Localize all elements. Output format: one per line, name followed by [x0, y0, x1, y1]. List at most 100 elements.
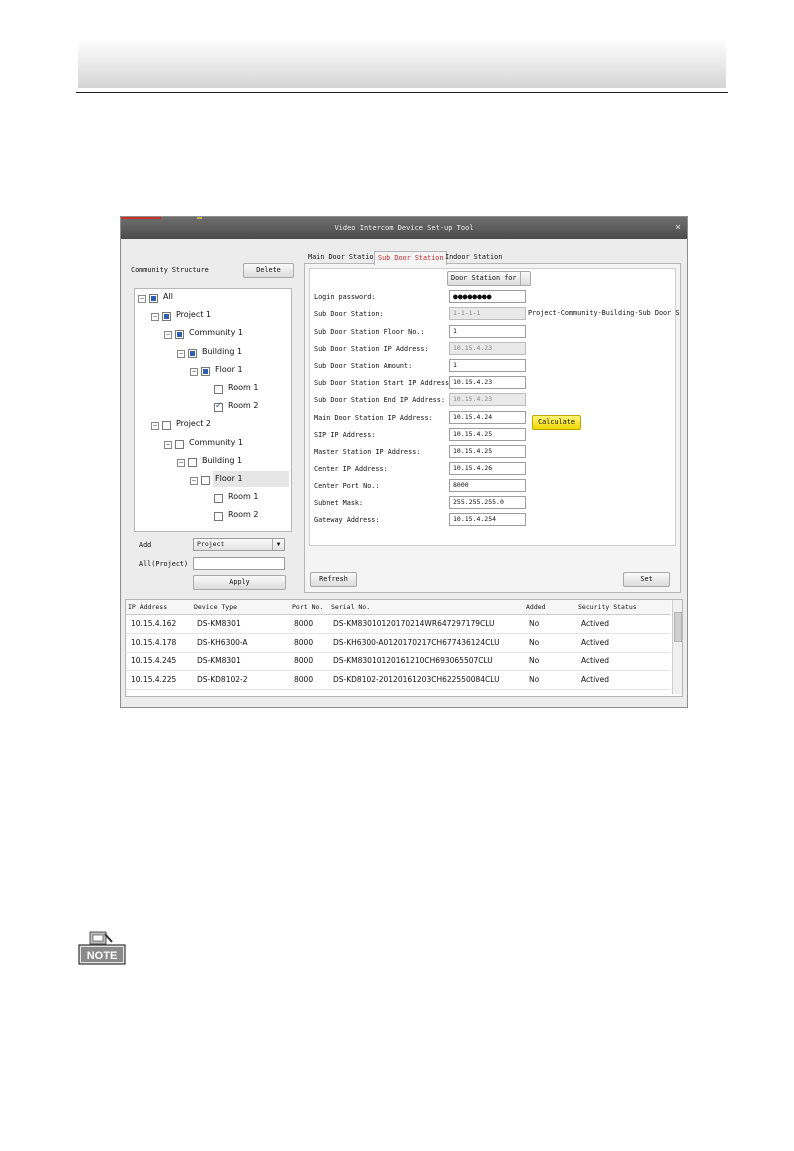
- table-cell: DS-KH6300-A0120170217CH677436124CLU: [333, 637, 500, 647]
- tree-collapse-icon[interactable]: −: [138, 295, 146, 303]
- title-bar: Video Intercom Device Set-up Tool ×: [121, 217, 687, 239]
- col-header-ip-address[interactable]: IP Address: [128, 603, 167, 611]
- tree-node-label: Building 1: [202, 346, 243, 356]
- tree-node-label: Floor 1: [215, 474, 243, 483]
- form-field-input: 10.15.4.23: [449, 342, 526, 355]
- tree-node[interactable]: Room 2: [203, 510, 285, 522]
- table-cell: 8000: [294, 656, 314, 665]
- tree-checkbox[interactable]: [201, 476, 210, 485]
- table-row[interactable]: 10.15.4.178 DS-KH6300-A 8000 DS-KH6300-A012…: [126, 634, 671, 653]
- tree-collapse-icon[interactable]: −: [151, 313, 159, 322]
- form-field-label: Main Door Station IP Address:: [314, 414, 433, 422]
- form-field-label: Sub Door Station Amount:: [314, 362, 413, 370]
- tab-main-door-station[interactable]: Main Door Station: [305, 251, 381, 264]
- form-field-input[interactable]: 8000: [449, 479, 526, 492]
- table-header: IP Address Device Type Port No. Serial N…: [126, 600, 671, 615]
- set-button[interactable]: Set: [623, 572, 670, 587]
- table-row[interactable]: 10.15.4.162 DS-KM8301 8000 DS-KM83010120170…: [126, 615, 671, 634]
- tree-checkbox[interactable]: [188, 457, 197, 467]
- tree-node-label: Room 1: [228, 383, 259, 392]
- calculate-button[interactable]: Calculate: [532, 415, 581, 430]
- refresh-button[interactable]: Refresh: [310, 572, 357, 587]
- tree-node[interactable]: Room 2: [203, 401, 285, 413]
- tree-node[interactable]: − Floor 1: [190, 474, 285, 486]
- table-cell: 8000: [294, 637, 314, 647]
- table-cell: DS-KH6300-A: [197, 637, 248, 647]
- form-field-input[interactable]: 10.15.4.254: [449, 513, 526, 526]
- tree-collapse-icon[interactable]: −: [177, 349, 185, 358]
- tree-checkbox[interactable]: [175, 439, 184, 449]
- form-field-input[interactable]: 10.15.4.25: [449, 428, 526, 441]
- tree-collapse-icon[interactable]: −: [164, 440, 172, 449]
- table-cell: No: [529, 637, 540, 647]
- table-cell: 8000: [294, 619, 314, 628]
- tree-node-label: Project 2: [176, 419, 212, 429]
- tree-collapse-icon[interactable]: −: [164, 331, 172, 340]
- tree-checkbox[interactable]: [214, 512, 223, 522]
- tree-node-label: Building 1: [202, 455, 243, 465]
- tree-node-label: Floor 1: [215, 364, 243, 374]
- tree-node-label: Community 1: [189, 437, 243, 447]
- tree-checkbox[interactable]: [201, 366, 210, 376]
- form-field-label: Sub Door Station:: [314, 310, 384, 318]
- col-header-device-type[interactable]: Device Type: [194, 603, 237, 611]
- tree-node[interactable]: − Community 1: [164, 328, 285, 340]
- add-select[interactable]: Project ▼: [193, 538, 285, 551]
- page-header-band: [78, 40, 726, 88]
- table-row[interactable]: 10.15.4.245 DS-KM8301 8000 DS-KM83010120161…: [126, 652, 671, 671]
- table-cell: Actived: [581, 674, 609, 684]
- col-header-serial-no[interactable]: Serial No.: [331, 603, 370, 611]
- tree-collapse-icon[interactable]: −: [151, 422, 159, 431]
- tree-node[interactable]: − Floor 1: [190, 365, 285, 377]
- form-field-input[interactable]: 10.15.4.26: [449, 462, 526, 475]
- tree-collapse-icon[interactable]: −: [177, 458, 185, 467]
- tree-checkbox[interactable]: [149, 294, 158, 303]
- tree-collapse-icon[interactable]: −: [190, 477, 198, 485]
- tree-node[interactable]: − All: [138, 292, 285, 304]
- login-password-field[interactable]: ●●●●●●●●: [449, 290, 526, 303]
- form-field-input[interactable]: 255.255.255.0: [449, 496, 526, 509]
- tab-sub-door-station[interactable]: Sub Door Station: [374, 251, 448, 265]
- tree-checkbox[interactable]: [214, 494, 223, 504]
- all-project-input[interactable]: [193, 557, 285, 570]
- note-label: NOTE: [87, 950, 118, 962]
- form-field-input[interactable]: 10.15.4.25: [449, 445, 526, 458]
- table-scrollbar[interactable]: [672, 600, 682, 694]
- tree-node[interactable]: Room 1: [203, 492, 285, 504]
- tree-node[interactable]: − Community 1: [164, 438, 285, 450]
- scrollbar-thumb[interactable]: [674, 612, 682, 642]
- add-select-value: Project: [197, 540, 225, 548]
- tree-node[interactable]: − Project 2: [151, 419, 285, 431]
- title-accent-red: [121, 217, 161, 219]
- col-header-security-status[interactable]: Security Status: [578, 603, 637, 611]
- table-row[interactable]: 10.15.4.225 DS-KD8102-2 8000 DS-KD8102-2012…: [126, 671, 671, 690]
- tree-checkbox[interactable]: [188, 348, 197, 358]
- tree-checkbox[interactable]: [162, 421, 171, 431]
- form-field-input[interactable]: 10.15.4.24: [449, 411, 526, 424]
- community-tree: − All − Project 1 − Community 1 − Building 1 − Fl…: [134, 288, 292, 532]
- sub-door-station-hint: Project-Community-Building-Sub Door S: [528, 309, 680, 317]
- close-icon[interactable]: ×: [675, 222, 681, 233]
- tree-checkbox[interactable]: [214, 385, 223, 394]
- delete-button[interactable]: Delete: [243, 263, 294, 278]
- tree-node[interactable]: − Building 1: [177, 456, 285, 468]
- tree-checkbox[interactable]: [175, 330, 184, 340]
- tree-node[interactable]: − Building 1: [177, 347, 285, 359]
- tree-node[interactable]: − Project 1: [151, 310, 285, 322]
- tree-checkbox[interactable]: [214, 401, 223, 413]
- col-header-added[interactable]: Added: [526, 603, 546, 611]
- tree-checkbox[interactable]: [162, 312, 171, 322]
- col-header-port-no[interactable]: Port No.: [292, 603, 323, 611]
- door-station-for-value: Door Station for: [451, 274, 517, 282]
- form-field-label: Sub Door Station Floor No.:: [314, 328, 425, 336]
- tree-node[interactable]: Room 1: [203, 383, 285, 395]
- tab-indoor-station[interactable]: Indoor Station: [442, 251, 505, 264]
- form-field-input[interactable]: 10.15.4.23: [449, 376, 526, 389]
- door-station-for-select[interactable]: Door Station for: [447, 271, 531, 286]
- form-field-input[interactable]: 1: [449, 325, 526, 338]
- note-icon: NOTE: [78, 931, 126, 965]
- tree-collapse-icon[interactable]: −: [190, 367, 198, 376]
- form-field-input[interactable]: 1: [449, 359, 526, 372]
- apply-button[interactable]: Apply: [193, 575, 286, 590]
- form-field-label: Sub Door Station End IP Address:: [314, 396, 445, 404]
